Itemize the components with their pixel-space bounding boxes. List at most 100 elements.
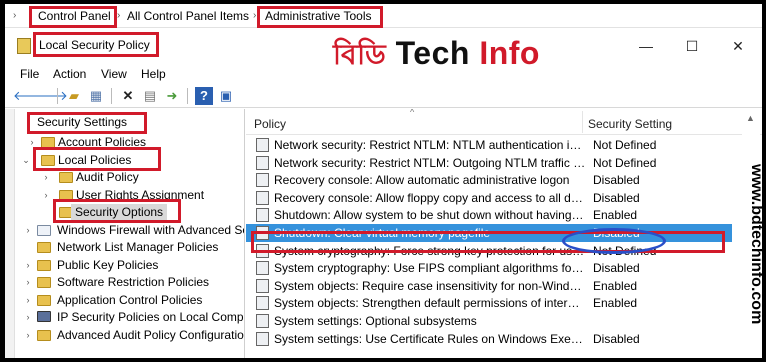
policy-icon [256,208,269,223]
chevron-right-icon: › [26,277,30,287]
folder-icon [37,260,51,271]
menu-view[interactable]: View [101,67,127,81]
highlight-box [53,199,181,223]
toolbar: 🡐 🡒 ▰ ▦ ✕ ▤ ➜ ? ▣ [5,84,762,108]
security-setting: Disabled [593,261,640,276]
chevron-right-icon: › [13,10,17,21]
table-row[interactable]: Network security: Restrict NTLM: NTLM au… [246,136,732,154]
back-icon[interactable]: 🡐 [13,87,48,105]
ip-security-icon [37,311,51,322]
highlight-box [29,6,117,28]
minimize-button[interactable]: — [631,35,661,57]
chevron-right-icon: › [26,260,30,270]
policy-name: System settings: Use Certificate Rules o… [274,331,586,346]
policy-name: System settings: Optional subsystems [274,314,477,328]
folder-icon [37,330,51,341]
sort-ascending-icon: ^ [410,109,415,117]
table-row[interactable]: System settings: Optional subsystems [246,312,732,330]
table-row[interactable]: Shutdown: Allow system to be shut down w… [246,206,732,224]
tree-item-windows-firewall[interactable]: › Windows Firewall with Advanced Securit… [5,222,245,239]
chevron-right-icon: › [30,137,34,147]
column-policy[interactable]: Policy [254,117,286,131]
policy-name: Network security: Restrict NTLM: NTLM au… [274,138,586,152]
help-icon[interactable]: ? [195,87,213,105]
folder-icon [59,172,73,183]
chevron-right-icon: › [26,225,30,235]
properties-icon[interactable]: ▤ [141,87,159,105]
delete-icon[interactable]: ✕ [119,87,137,105]
table-row[interactable]: System cryptography: Use FIPS compliant … [246,259,732,277]
policy-icon [256,296,269,311]
tree-item-public-key[interactable]: › Public Key Policies [5,257,244,274]
chevron-right-icon: › [26,330,30,340]
policy-icon [256,190,269,205]
highlight-box [33,32,159,57]
folder-icon [37,242,51,253]
tree-item-ip-security[interactable]: › IP Security Policies on Local Computer [5,309,245,326]
list-header: Policy ^ Security Setting [246,109,762,135]
highlight-oval [562,228,666,254]
tree-item-software-restriction[interactable]: › Software Restriction Policies [5,274,244,291]
watermark: www.bdtechinfo.com [743,164,762,354]
table-row[interactable]: System objects: Require case insensitivi… [246,277,732,295]
maximize-button[interactable]: ☐ [677,35,707,57]
tree-item-audit-policy[interactable]: › Audit Policy [5,169,244,186]
policy-icon [256,331,269,346]
policy-icon [256,261,269,276]
security-policy-icon [17,38,31,54]
table-row[interactable]: Recovery console: Allow floppy copy and … [246,189,732,207]
policy-icon [256,278,269,293]
menu-bar: File Action View Help [5,64,762,84]
scroll-up-icon[interactable]: ▲ [746,113,755,123]
chevron-right-icon: › [44,190,48,200]
highlight-box [27,112,147,134]
breadcrumb-all-items[interactable]: All Control Panel Items [127,9,249,23]
table-row[interactable]: Network security: Restrict NTLM: Outgoin… [246,154,732,172]
table-row[interactable]: System settings: Use Certificate Rules o… [246,330,732,348]
chevron-right-icon: › [44,172,48,182]
tree-item-network-list[interactable]: Network List Manager Policies [5,239,244,256]
folder-icon [37,295,51,306]
table-row[interactable]: Recovery console: Allow automatic admini… [246,171,732,189]
toolbar-divider [111,88,112,104]
chevron-right-icon: › [253,10,257,21]
column-divider[interactable] [582,111,583,133]
policy-icon [256,173,269,188]
security-setting: Not Defined [593,138,657,152]
firewall-icon [37,225,51,236]
security-setting: Enabled [593,278,638,293]
close-button[interactable]: ✕ [723,35,753,57]
security-setting: Disabled [593,331,640,346]
policy-name: Shutdown: Allow system to be shut down w… [274,208,586,223]
forward-icon[interactable]: 🡒 [33,87,68,105]
show-hide-tree-icon[interactable]: ▦ [87,87,105,105]
security-setting: Not Defined [593,155,657,170]
window: › Control Panel › All Control Panel Item… [5,4,762,358]
security-setting: Disabled [593,190,640,205]
up-folder-icon[interactable]: ▰ [65,87,83,105]
export-icon[interactable]: ➜ [163,87,181,105]
tree-item-advanced-audit[interactable]: › Advanced Audit Policy Configuration [5,327,245,344]
security-setting: Enabled [593,208,638,223]
chevron-right-icon: › [26,312,30,322]
policy-name: System cryptography: Use FIPS compliant … [274,261,586,276]
console-icon[interactable]: ▣ [217,87,235,105]
policy-icon [256,314,269,328]
folder-icon [37,277,51,288]
policy-name: System objects: Strengthen default permi… [274,296,586,311]
chevron-right-icon: › [26,295,30,305]
menu-file[interactable]: File [20,67,39,81]
table-row[interactable]: System objects: Strengthen default permi… [246,294,732,312]
policy-icon [256,155,269,170]
chevron-down-icon: ⌄ [22,155,30,165]
column-security-setting[interactable]: Security Setting [588,117,672,131]
title-bar: Local Security Policy বিডি Tech Info — ☐… [5,29,762,71]
menu-help[interactable]: Help [141,67,166,81]
security-setting: Disabled [593,173,640,188]
tree-item-application-control[interactable]: › Application Control Policies [5,292,244,309]
policy-name: Recovery console: Allow automatic admini… [274,173,570,188]
menu-action[interactable]: Action [53,67,86,81]
highlight-box [257,6,383,28]
policy-name: System objects: Require case insensitivi… [274,278,586,293]
chevron-right-icon: › [117,10,121,21]
